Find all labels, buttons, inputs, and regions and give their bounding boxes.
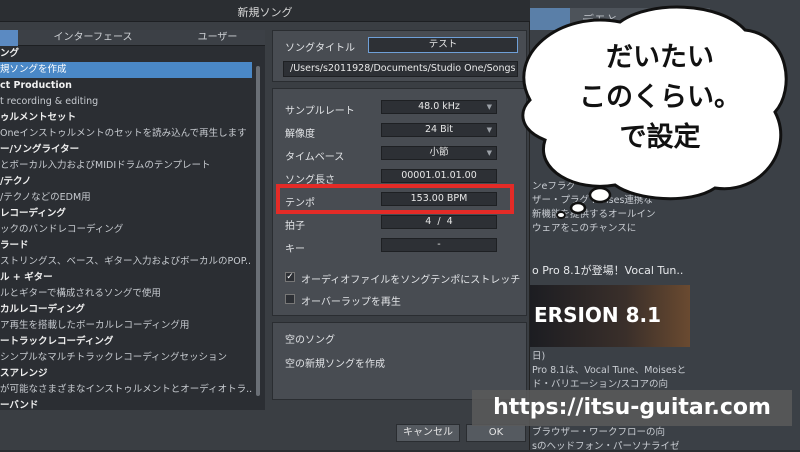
template-category[interactable]: スアレンジ — [0, 366, 252, 382]
article-line: Pro 8.1は、Vocal Tune、Moisesと — [532, 365, 687, 376]
description-title: 空のソング — [285, 335, 335, 346]
template-category[interactable]: ゥルメントセット — [0, 110, 252, 126]
song-length-field[interactable]: 00001.01.01.00 — [381, 169, 497, 183]
tab-interface[interactable]: インターフェース — [18, 30, 168, 46]
promo-line: ザー・プラグ Moises連携な — [532, 195, 653, 206]
template-list: ング 規ソングを作成 ct Production t recording & edit… — [0, 46, 252, 410]
template-item[interactable]: t recording & editing — [0, 94, 252, 110]
background-tab-label[interactable]: デモと — [582, 11, 618, 28]
template-category[interactable]: ートラックレコーディング — [0, 334, 252, 350]
template-category[interactable]: ング — [0, 46, 252, 62]
template-item[interactable]: シンプルなマルチトラックレコーディングセッション — [0, 350, 252, 366]
template-item[interactable]: ックのバンドレコーディング — [0, 222, 252, 238]
time-signature-denominator[interactable]: 4 — [447, 216, 453, 227]
resolution-select[interactable]: 24 Bit ▼ — [381, 123, 497, 137]
template-category[interactable]: レコーディング — [0, 206, 252, 222]
song-title-group: ソングタイトル テスト /Users/s2011928/Documents/St… — [272, 30, 527, 82]
time-signature-numerator[interactable]: 4 — [425, 216, 431, 227]
key-field[interactable]: - — [381, 238, 497, 252]
template-item[interactable]: ルとギターで構成されるソングで使用 — [0, 286, 252, 302]
template-category[interactable]: カルレコーディング — [0, 302, 252, 318]
template-item[interactable]: Oneインストゥルメントのセットを読み込んで再生します — [0, 126, 252, 142]
bubble-line: このくらい。 — [579, 82, 741, 113]
template-category[interactable]: ct Production — [0, 78, 252, 94]
tab-songs[interactable] — [0, 30, 18, 46]
description-text: 空の新規ソングを作成 — [285, 359, 385, 370]
song-title-label: ソングタイトル — [285, 43, 355, 54]
template-item[interactable]: が可能なさまざまなインストゥルメントとオーディオトラ... — [0, 382, 252, 398]
time-signature-slash: / — [437, 216, 441, 227]
template-category[interactable]: ーバンド — [0, 398, 252, 410]
loop-label[interactable]: オーバーラップを再生 — [301, 293, 401, 308]
category-tabs: インターフェース ユーザー — [0, 30, 265, 46]
bubble-line: で設定 — [619, 122, 701, 153]
promo-banner-image[interactable]: ERSION 8.1 — [530, 285, 690, 347]
cancel-button[interactable]: キャンセル — [396, 424, 460, 442]
dialog-title: 新規ソング — [237, 6, 293, 19]
chevron-down-icon: ▼ — [486, 149, 492, 157]
key-label: キー — [285, 244, 305, 255]
template-item[interactable]: ア再生を搭載したボーカルレコーディング用 — [0, 318, 252, 334]
sample-rate-label: サンプルレート — [285, 106, 355, 117]
site-watermark: https://itsu-guitar.com — [472, 390, 792, 426]
article-line: ブラウザー・ワークフローの向 — [532, 427, 666, 438]
new-song-dialog: 新規ソング インターフェース ユーザー ング 規ソングを作成 ct Producti… — [0, 0, 530, 450]
bubble-text: だいたい このくらい。 で設定 — [560, 38, 760, 158]
template-panel: インターフェース ユーザー ング 規ソングを作成 ct Production t re… — [0, 30, 265, 410]
template-item[interactable]: /テクノなどのEDM用 — [0, 190, 252, 206]
loop-checkbox[interactable] — [285, 294, 295, 304]
resolution-value: 24 Bit — [425, 124, 453, 135]
song-path-field[interactable]: /Users/s2011928/Documents/Studio One/Son… — [283, 61, 518, 77]
template-category[interactable]: /テクノ — [0, 174, 252, 190]
template-list-scrollbar[interactable] — [254, 46, 262, 410]
tab-user[interactable]: ユーザー — [170, 30, 265, 46]
template-description-group: 空のソング 空の新規ソングを作成 — [272, 322, 527, 400]
background-active-tab[interactable] — [530, 8, 570, 30]
timebase-select[interactable]: 小節 ▼ — [381, 146, 497, 160]
template-category[interactable]: ル + ギター — [0, 270, 252, 286]
promo-line: 新機能を提供するオールイン — [532, 209, 656, 220]
time-signature-label: 拍子 — [285, 221, 305, 232]
chevron-down-icon: ▼ — [486, 103, 492, 111]
sample-rate-select[interactable]: 48.0 kHz ▼ — [381, 100, 497, 114]
tempo-highlight-box — [276, 184, 514, 214]
chevron-down-icon: ▼ — [486, 126, 492, 134]
timebase-label: タイムベース — [285, 152, 345, 163]
promo-banner-text: ERSION 8.1 — [534, 303, 662, 327]
song-title-input[interactable]: テスト — [368, 37, 518, 53]
template-category[interactable]: ー/ソングライター — [0, 142, 252, 158]
template-item[interactable]: とボーカル入力およびMIDIドラムのテンプレート — [0, 158, 252, 174]
stretch-checkbox[interactable]: ✓ — [285, 272, 295, 282]
promo-headline[interactable]: o Pro 8.1が登場！Vocal Tun.. — [532, 262, 683, 278]
stretch-label[interactable]: オーディオファイルをソングテンポにストレッチ — [301, 271, 520, 286]
sample-rate-value: 48.0 kHz — [418, 101, 460, 112]
background-tabstrip: デモと — [530, 8, 710, 30]
template-category[interactable]: ラード — [0, 238, 252, 254]
timebase-value: 小節 — [429, 147, 449, 158]
article-line: 日) — [532, 351, 546, 362]
article-line: ド・バリエーション/スコアの向 — [532, 379, 669, 390]
promo-line: ウェアをこのチャンスに — [532, 223, 637, 234]
template-item[interactable]: ストリングス、ベース、ギター入力およびボーカルのPOP... — [0, 254, 252, 270]
bubble-line: だいたい — [606, 42, 714, 73]
scrollbar-thumb[interactable] — [256, 66, 260, 396]
promo-line: ンeフラグ — [532, 181, 576, 192]
time-signature-field[interactable]: 4 / 4 — [381, 215, 497, 229]
template-item[interactable]: 規ソングを作成 — [0, 62, 252, 78]
dialog-title-bar[interactable]: 新規ソング — [0, 0, 530, 22]
ok-button[interactable]: OK — [466, 424, 526, 442]
resolution-label: 解像度 — [285, 129, 315, 140]
